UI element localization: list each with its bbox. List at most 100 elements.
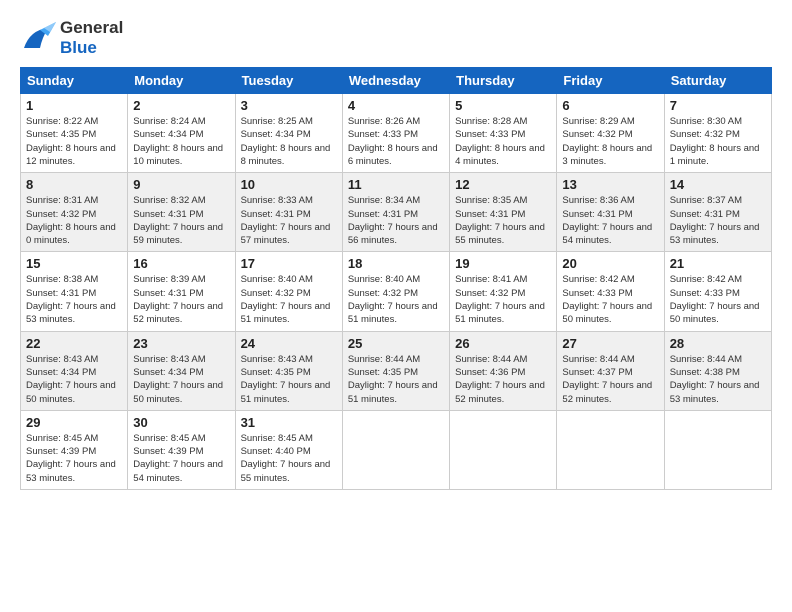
day-number: 9 — [133, 177, 229, 192]
sunrise: Sunrise: 8:24 AM — [133, 116, 205, 127]
weekday-header-saturday: Saturday — [664, 68, 771, 94]
weekday-header-sunday: Sunday — [21, 68, 128, 94]
calendar-cell: 2 Sunrise: 8:24 AM Sunset: 4:34 PM Dayli… — [128, 94, 235, 173]
sunrise: Sunrise: 8:30 AM — [670, 116, 742, 127]
day-info: Sunrise: 8:44 AM Sunset: 4:35 PM Dayligh… — [348, 353, 444, 406]
day-number: 15 — [26, 256, 122, 271]
sunrise: Sunrise: 8:25 AM — [241, 116, 313, 127]
day-info: Sunrise: 8:34 AM Sunset: 4:31 PM Dayligh… — [348, 194, 444, 247]
day-info: Sunrise: 8:44 AM Sunset: 4:37 PM Dayligh… — [562, 353, 658, 406]
sunrise: Sunrise: 8:39 AM — [133, 274, 205, 285]
calendar-cell: 13 Sunrise: 8:36 AM Sunset: 4:31 PM Dayl… — [557, 173, 664, 252]
daylight: Daylight: 7 hours and 50 minutes. — [26, 380, 116, 404]
day-info: Sunrise: 8:26 AM Sunset: 4:33 PM Dayligh… — [348, 115, 444, 168]
weekday-header-wednesday: Wednesday — [342, 68, 449, 94]
sunset: Sunset: 4:33 PM — [455, 129, 525, 140]
daylight: Daylight: 7 hours and 52 minutes. — [562, 380, 652, 404]
day-number: 21 — [670, 256, 766, 271]
calendar-cell: 27 Sunrise: 8:44 AM Sunset: 4:37 PM Dayl… — [557, 331, 664, 410]
sunset: Sunset: 4:31 PM — [348, 209, 418, 220]
sunset: Sunset: 4:34 PM — [133, 367, 203, 378]
daylight: Daylight: 7 hours and 50 minutes. — [562, 301, 652, 325]
calendar-week-5: 29 Sunrise: 8:45 AM Sunset: 4:39 PM Dayl… — [21, 410, 772, 489]
day-number: 8 — [26, 177, 122, 192]
day-number: 19 — [455, 256, 551, 271]
day-info: Sunrise: 8:45 AM Sunset: 4:39 PM Dayligh… — [133, 432, 229, 485]
day-info: Sunrise: 8:43 AM Sunset: 4:35 PM Dayligh… — [241, 353, 337, 406]
daylight: Daylight: 7 hours and 55 minutes. — [241, 459, 331, 483]
calendar-cell: 4 Sunrise: 8:26 AM Sunset: 4:33 PM Dayli… — [342, 94, 449, 173]
sunset: Sunset: 4:40 PM — [241, 446, 311, 457]
day-number: 1 — [26, 98, 122, 113]
sunrise: Sunrise: 8:43 AM — [133, 354, 205, 365]
day-number: 27 — [562, 336, 658, 351]
daylight: Daylight: 7 hours and 50 minutes. — [670, 301, 760, 325]
sunset: Sunset: 4:34 PM — [241, 129, 311, 140]
sunrise: Sunrise: 8:35 AM — [455, 195, 527, 206]
daylight: Daylight: 7 hours and 53 minutes. — [670, 222, 760, 246]
calendar-cell: 14 Sunrise: 8:37 AM Sunset: 4:31 PM Dayl… — [664, 173, 771, 252]
day-info: Sunrise: 8:43 AM Sunset: 4:34 PM Dayligh… — [26, 353, 122, 406]
day-number: 26 — [455, 336, 551, 351]
sunrise: Sunrise: 8:29 AM — [562, 116, 634, 127]
logo-general: General — [60, 18, 123, 38]
calendar-table: SundayMondayTuesdayWednesdayThursdayFrid… — [20, 67, 772, 490]
day-number: 3 — [241, 98, 337, 113]
sunset: Sunset: 4:35 PM — [26, 129, 96, 140]
day-number: 20 — [562, 256, 658, 271]
daylight: Daylight: 7 hours and 57 minutes. — [241, 222, 331, 246]
sunrise: Sunrise: 8:38 AM — [26, 274, 98, 285]
sunrise: Sunrise: 8:45 AM — [133, 433, 205, 444]
daylight: Daylight: 7 hours and 54 minutes. — [133, 459, 223, 483]
weekday-header-row: SundayMondayTuesdayWednesdayThursdayFrid… — [21, 68, 772, 94]
sunrise: Sunrise: 8:44 AM — [562, 354, 634, 365]
day-info: Sunrise: 8:45 AM Sunset: 4:40 PM Dayligh… — [241, 432, 337, 485]
sunset: Sunset: 4:31 PM — [241, 209, 311, 220]
sunset: Sunset: 4:34 PM — [133, 129, 203, 140]
day-number: 16 — [133, 256, 229, 271]
daylight: Daylight: 7 hours and 55 minutes. — [455, 222, 545, 246]
day-number: 4 — [348, 98, 444, 113]
day-info: Sunrise: 8:41 AM Sunset: 4:32 PM Dayligh… — [455, 273, 551, 326]
day-info: Sunrise: 8:28 AM Sunset: 4:33 PM Dayligh… — [455, 115, 551, 168]
day-number: 25 — [348, 336, 444, 351]
calendar-cell: 9 Sunrise: 8:32 AM Sunset: 4:31 PM Dayli… — [128, 173, 235, 252]
calendar-cell: 23 Sunrise: 8:43 AM Sunset: 4:34 PM Dayl… — [128, 331, 235, 410]
daylight: Daylight: 7 hours and 54 minutes. — [562, 222, 652, 246]
logo-wrap: General Blue — [20, 18, 123, 57]
sunset: Sunset: 4:39 PM — [133, 446, 203, 457]
day-info: Sunrise: 8:40 AM Sunset: 4:32 PM Dayligh… — [348, 273, 444, 326]
daylight: Daylight: 7 hours and 51 minutes. — [348, 301, 438, 325]
daylight: Daylight: 7 hours and 52 minutes. — [455, 380, 545, 404]
sunrise: Sunrise: 8:36 AM — [562, 195, 634, 206]
day-number: 13 — [562, 177, 658, 192]
day-info: Sunrise: 8:30 AM Sunset: 4:32 PM Dayligh… — [670, 115, 766, 168]
daylight: Daylight: 7 hours and 59 minutes. — [133, 222, 223, 246]
sunset: Sunset: 4:32 PM — [562, 129, 632, 140]
sunset: Sunset: 4:31 PM — [670, 209, 740, 220]
daylight: Daylight: 8 hours and 12 minutes. — [26, 143, 116, 167]
sunset: Sunset: 4:32 PM — [348, 288, 418, 299]
daylight: Daylight: 8 hours and 0 minutes. — [26, 222, 116, 246]
calendar-cell: 18 Sunrise: 8:40 AM Sunset: 4:32 PM Dayl… — [342, 252, 449, 331]
calendar-cell: 25 Sunrise: 8:44 AM Sunset: 4:35 PM Dayl… — [342, 331, 449, 410]
day-number: 30 — [133, 415, 229, 430]
day-info: Sunrise: 8:40 AM Sunset: 4:32 PM Dayligh… — [241, 273, 337, 326]
logo-bird-icon — [20, 20, 56, 56]
sunrise: Sunrise: 8:44 AM — [348, 354, 420, 365]
day-number: 29 — [26, 415, 122, 430]
sunrise: Sunrise: 8:40 AM — [241, 274, 313, 285]
daylight: Daylight: 8 hours and 4 minutes. — [455, 143, 545, 167]
calendar-week-2: 8 Sunrise: 8:31 AM Sunset: 4:32 PM Dayli… — [21, 173, 772, 252]
calendar-cell — [342, 410, 449, 489]
header: General Blue — [20, 18, 772, 57]
calendar-cell: 29 Sunrise: 8:45 AM Sunset: 4:39 PM Dayl… — [21, 410, 128, 489]
daylight: Daylight: 8 hours and 10 minutes. — [133, 143, 223, 167]
day-number: 10 — [241, 177, 337, 192]
day-info: Sunrise: 8:35 AM Sunset: 4:31 PM Dayligh… — [455, 194, 551, 247]
daylight: Daylight: 7 hours and 51 minutes. — [241, 301, 331, 325]
sunrise: Sunrise: 8:26 AM — [348, 116, 420, 127]
sunrise: Sunrise: 8:43 AM — [26, 354, 98, 365]
calendar-cell: 31 Sunrise: 8:45 AM Sunset: 4:40 PM Dayl… — [235, 410, 342, 489]
calendar-cell: 11 Sunrise: 8:34 AM Sunset: 4:31 PM Dayl… — [342, 173, 449, 252]
